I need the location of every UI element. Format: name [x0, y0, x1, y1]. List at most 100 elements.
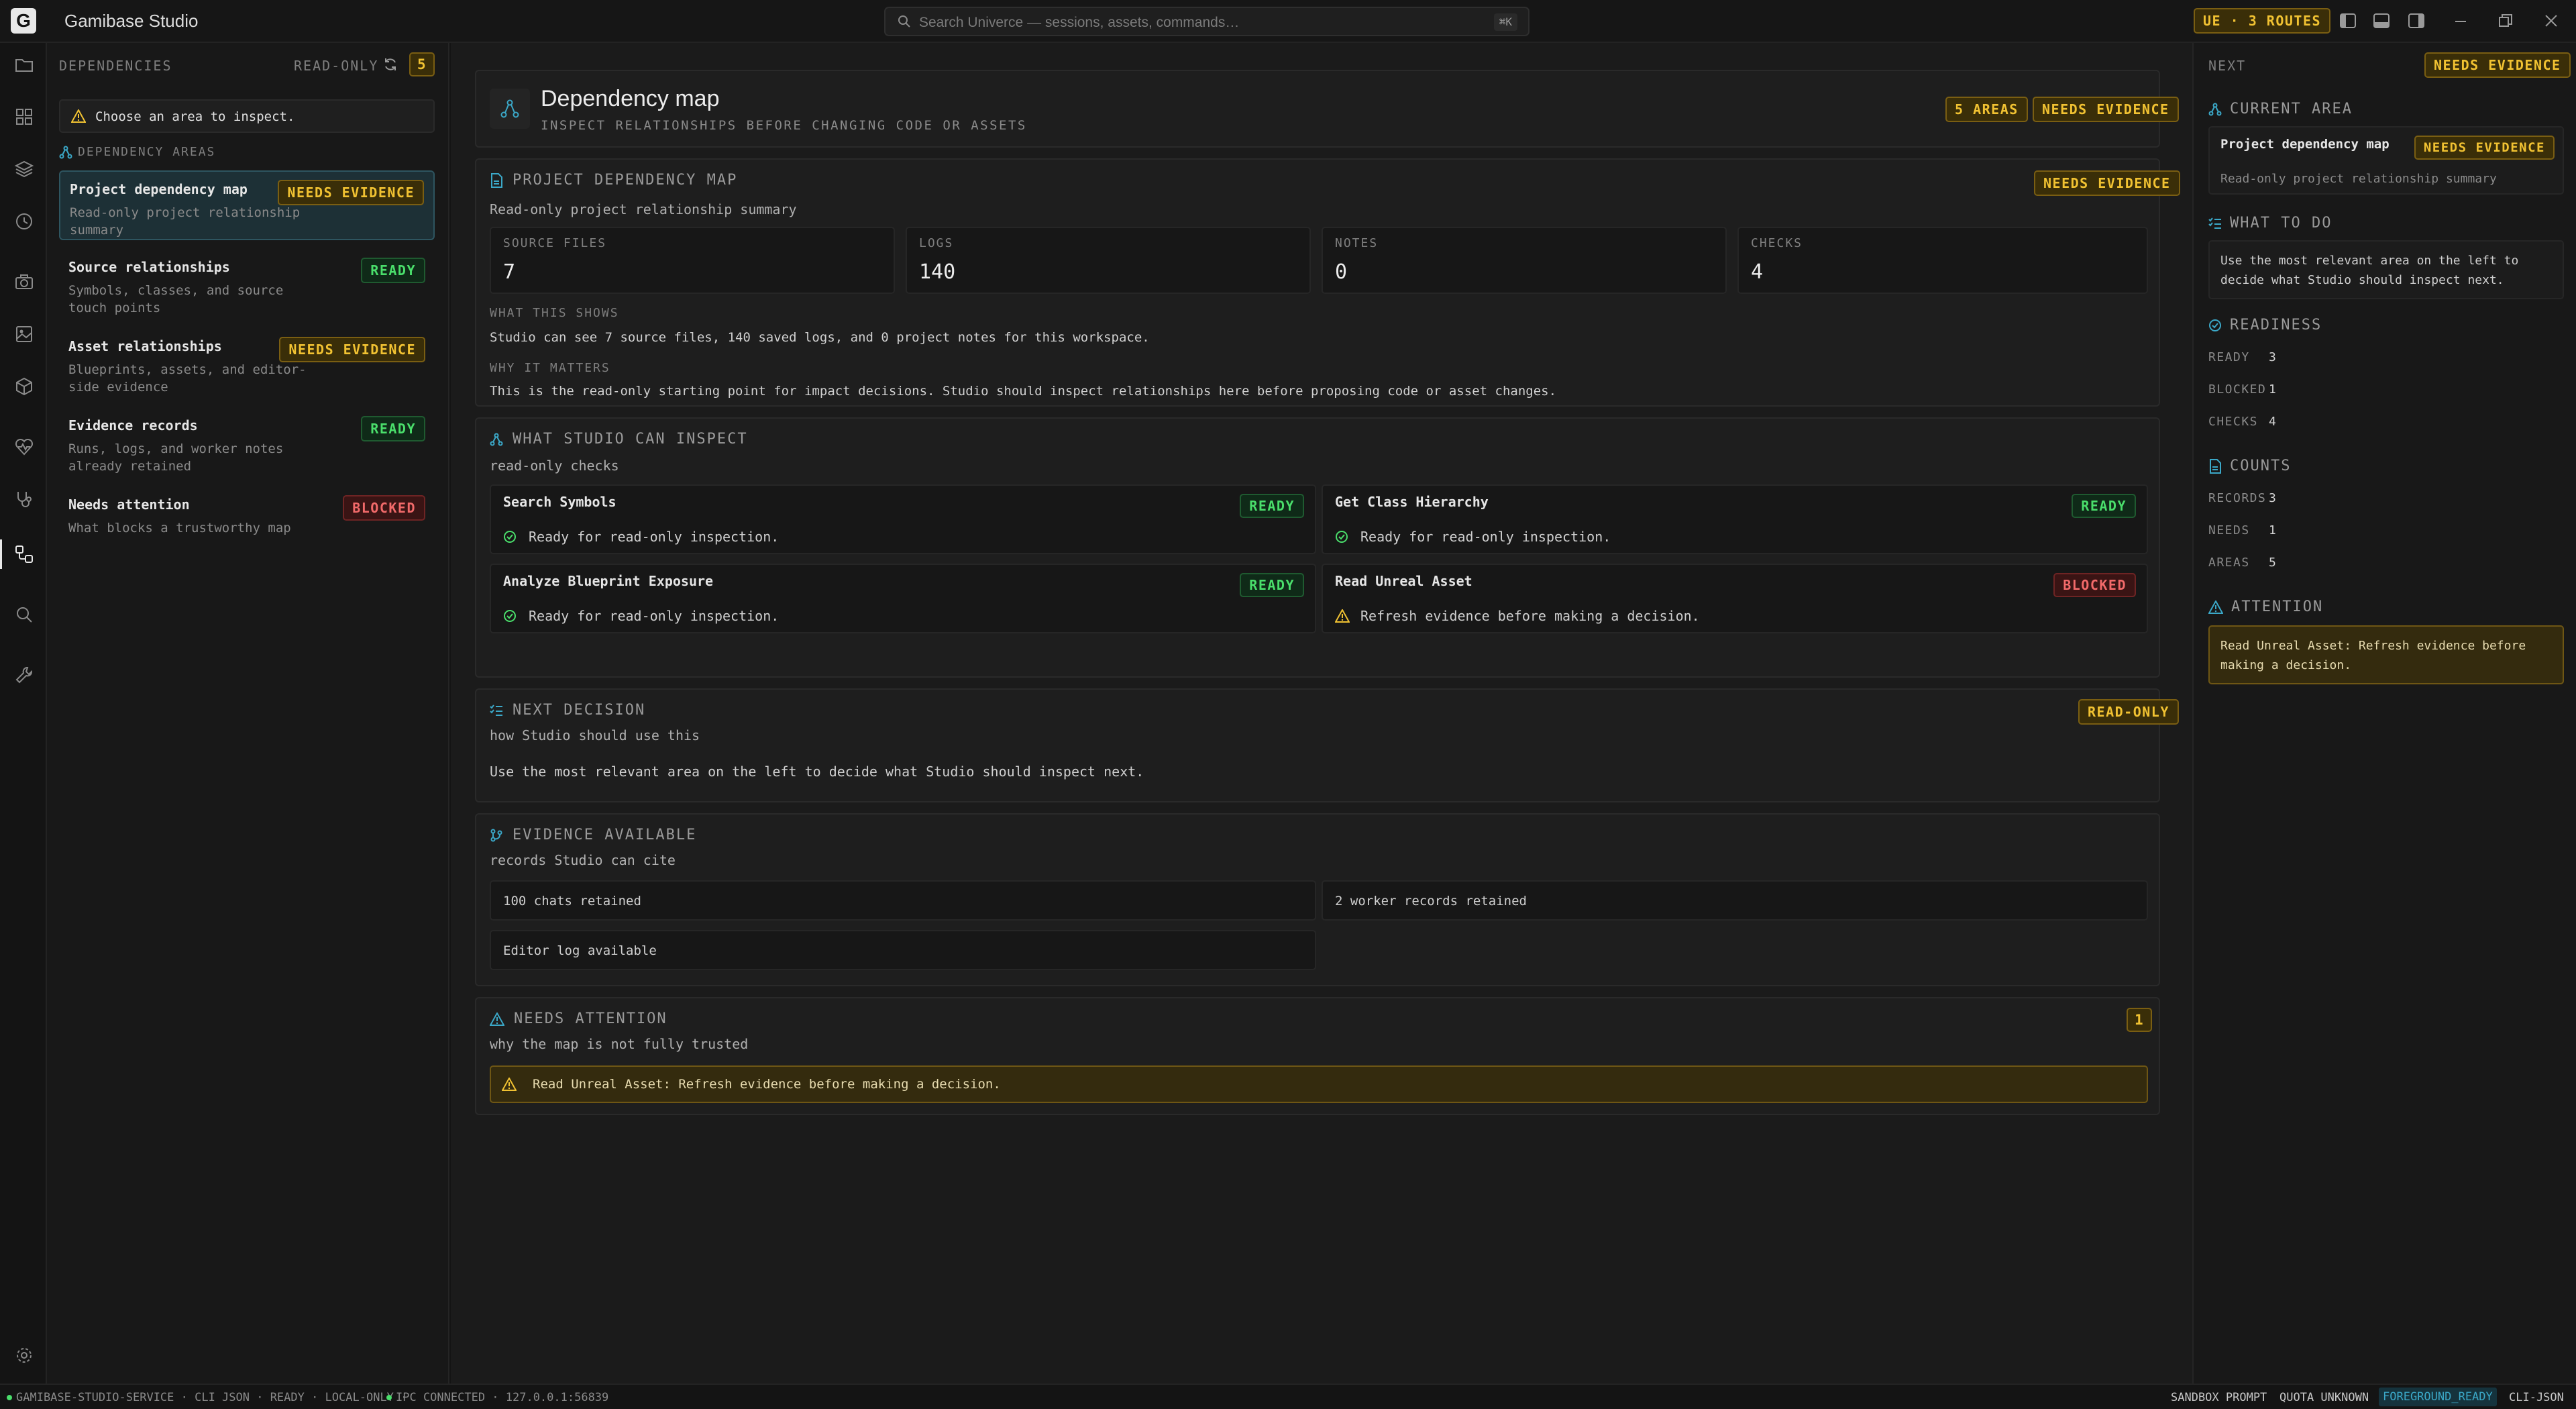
list-check-icon — [490, 704, 503, 717]
why-it-matters-text: This is the read-only starting point for… — [490, 384, 1557, 399]
stat-value: 4 — [1751, 260, 1764, 284]
row-key: NEEDS — [2208, 523, 2250, 537]
counts-row: AREAS 5 — [2208, 556, 2276, 570]
sidebar-item-evidence-records[interactable]: Evidence records Runs, logs, and worker … — [59, 408, 435, 478]
check-analyze-blueprint-exposure[interactable]: Analyze Blueprint Exposure READY Ready f… — [490, 564, 1316, 633]
status-badge: NEEDS EVIDENCE — [279, 337, 425, 362]
search-bar[interactable]: Search Univerce — sessions, assets, comm… — [884, 7, 1529, 36]
dependency-areas-label: DEPENDENCY AREAS — [59, 145, 215, 159]
sidebar-item-asset-relationships[interactable]: Asset relationships Blueprints, assets, … — [59, 329, 435, 399]
sidebar-item-source-relationships[interactable]: Source relationships Symbols, classes, a… — [59, 250, 435, 319]
row-key: AREAS — [2208, 556, 2250, 570]
check-name: Get Class Hierarchy — [1335, 494, 1489, 510]
refresh-icon[interactable] — [382, 56, 398, 72]
health-icon[interactable] — [12, 435, 36, 459]
section-title-text: EVIDENCE AVAILABLE — [513, 827, 697, 843]
sidebar-item-project-dependency-map[interactable]: Project dependency map Read-only project… — [59, 170, 435, 240]
status-badge: READY — [1240, 573, 1304, 597]
stat-logs: LOGS 140 — [906, 227, 1311, 294]
current-area-heading: CURRENT AREA — [2208, 101, 2353, 117]
row-key: RECORDS — [2208, 491, 2267, 505]
current-area-card[interactable]: Project dependency map NEEDS EVIDENCE Re… — [2208, 126, 2564, 195]
status-quota[interactable]: QUOTA UNKNOWN — [2279, 1391, 2369, 1404]
warning-icon — [71, 109, 86, 123]
why-it-matters-label: WHY IT MATTERS — [490, 361, 610, 375]
routes-badge[interactable]: UE · 3 ROUTES — [2194, 8, 2331, 34]
attention-message-text: Read Unreal Asset: Refresh evidence befo… — [533, 1077, 1001, 1092]
inspect-checks-card: WHAT STUDIO CAN INSPECT read-only checks… — [475, 417, 2160, 678]
readiness-label: READINESS — [2230, 317, 2322, 333]
close-icon[interactable] — [2544, 13, 2559, 28]
hierarchy-icon — [59, 146, 72, 159]
history-icon[interactable] — [12, 209, 36, 233]
dependency-areas-text: DEPENDENCY AREAS — [78, 145, 216, 159]
check-search-symbols[interactable]: Search Symbols READY Ready for read-only… — [490, 484, 1316, 554]
title-bar: G Gamibase Studio Search Univerce — sess… — [0, 0, 2576, 43]
evidence-available-card: EVIDENCE AVAILABLE records Studio can ci… — [475, 813, 2160, 986]
sidebar-item-title: Project dependency map — [70, 181, 248, 197]
minimize-icon[interactable] — [2454, 20, 2467, 23]
section-title-text: NEEDS ATTENTION — [514, 1010, 667, 1027]
evidence-item-text: Editor log available — [503, 943, 657, 958]
app-logo[interactable]: G — [11, 8, 36, 34]
status-badge: NEEDS EVIDENCE — [278, 180, 424, 205]
section-title: WHAT STUDIO CAN INSPECT — [490, 431, 748, 448]
row-value: 1 — [2269, 523, 2276, 537]
sidebar-notice: Choose an area to inspect. — [59, 99, 435, 133]
app-title: Gamibase Studio — [64, 11, 199, 31]
evidence-item-text: 2 worker records retained — [1335, 894, 1527, 908]
dependency-icon[interactable] — [12, 542, 36, 566]
check-note: Ready for read-only inspection. — [1360, 529, 1611, 545]
sidebar-item-title: Needs attention — [68, 497, 190, 513]
dashboard-icon[interactable] — [12, 105, 36, 129]
read-only-badge: READ-ONLY — [2078, 699, 2179, 725]
folder-icon[interactable] — [12, 52, 36, 76]
status-foreground[interactable]: FOREGROUND_READY — [2379, 1388, 2497, 1406]
cube-icon[interactable] — [12, 374, 36, 399]
panel-right-icon[interactable] — [2408, 13, 2424, 28]
section-status-badge: NEEDS EVIDENCE — [2034, 170, 2180, 196]
stethoscope-icon[interactable] — [12, 487, 36, 511]
panel-bottom-icon[interactable] — [2373, 13, 2390, 28]
row-value: 3 — [2269, 350, 2276, 364]
layers-icon[interactable] — [12, 157, 36, 181]
search-icon[interactable] — [12, 603, 36, 627]
stat-label: SOURCE FILES — [503, 236, 607, 250]
document-icon — [2208, 458, 2222, 474]
list-check-icon — [2208, 217, 2222, 230]
camera-icon[interactable] — [12, 270, 36, 294]
status-badge: BLOCKED — [343, 495, 425, 521]
status-badge: READY — [361, 416, 425, 441]
hierarchy-icon — [490, 433, 503, 446]
row-key: READY — [2208, 350, 2250, 364]
sidebar-item-needs-attention[interactable]: Needs attention What blocks a trustworth… — [59, 487, 435, 541]
readiness-row: CHECKS 4 — [2208, 415, 2276, 429]
section-title-text: NEXT DECISION — [513, 702, 646, 719]
search-input[interactable]: Search Univerce — sessions, assets, comm… — [919, 15, 1239, 31]
wrench-icon[interactable] — [12, 663, 36, 687]
image-icon[interactable] — [12, 322, 36, 346]
stat-label: CHECKS — [1751, 236, 1803, 250]
settings-icon[interactable] — [12, 1343, 36, 1367]
rail-active-indicator — [0, 539, 2, 569]
status-sandbox[interactable]: SANDBOX PROMPT — [2171, 1391, 2267, 1404]
restore-icon[interactable] — [2498, 13, 2513, 28]
check-get-class-hierarchy[interactable]: Get Class Hierarchy READY Ready for read… — [1322, 484, 2148, 554]
sidebar-count-badge: 5 — [409, 52, 435, 76]
check-read-unreal-asset[interactable]: Read Unreal Asset BLOCKED Refresh eviden… — [1322, 564, 2148, 633]
evidence-item: 2 worker records retained — [1322, 880, 2148, 921]
stat-value: 0 — [1335, 260, 1348, 284]
evidence-item: Editor log available — [490, 930, 1316, 970]
panel-left-icon[interactable] — [2340, 13, 2356, 28]
stat-checks: CHECKS 4 — [1737, 227, 2148, 294]
status-service: GAMIBASE-STUDIO-SERVICE · CLI JSON · REA… — [16, 1391, 408, 1404]
attention-count-badge: 1 — [2127, 1008, 2153, 1032]
check-circle-icon — [503, 530, 517, 543]
row-value: 3 — [2269, 491, 2276, 505]
status-cli-json[interactable]: CLI-JSON — [2509, 1391, 2564, 1404]
status-badge: READY — [361, 258, 425, 283]
warning-icon — [490, 1012, 504, 1026]
sidebar-item-title: Evidence records — [68, 417, 198, 433]
status-badge: BLOCKED — [2053, 573, 2136, 597]
evidence-item-text: 100 chats retained — [503, 894, 641, 908]
